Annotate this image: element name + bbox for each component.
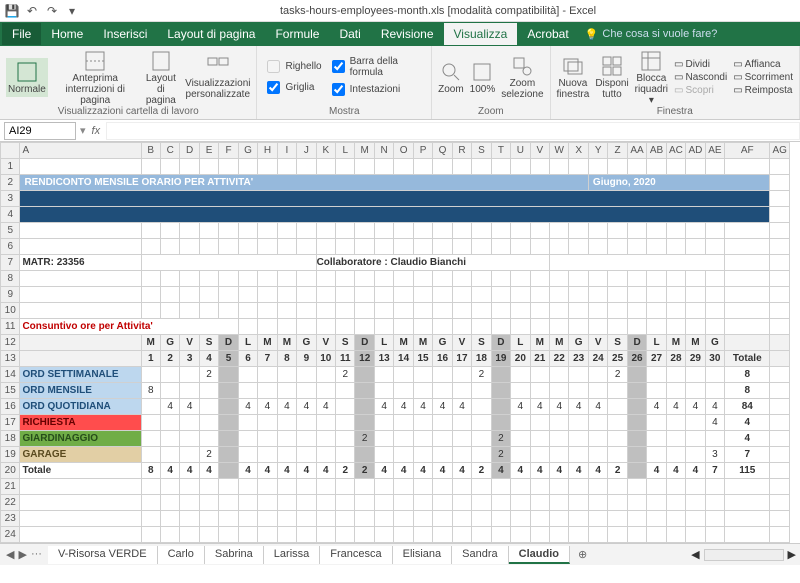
add-sheet-button[interactable]: ⊕ — [570, 548, 595, 561]
viz-button[interactable]: Visualizzazioni personalizzate — [185, 54, 250, 100]
group-views-label: Visualizzazioni cartella di lavoro — [6, 106, 250, 117]
lightbulb-icon: 💡 — [585, 28, 599, 41]
affianca-button: ▭ Affianca — [733, 59, 793, 70]
sheet-tab[interactable]: Francesca — [320, 546, 392, 564]
griglia-checkbox[interactable]: Griglia — [263, 78, 321, 97]
disponi-button[interactable]: Disponi tutto — [595, 54, 628, 100]
zoom-selezione-button[interactable]: Zoom selezione — [501, 54, 543, 100]
formula-bar[interactable] — [106, 122, 800, 140]
sheet-tab[interactable]: Larissa — [264, 546, 320, 564]
hscroll-right-icon[interactable]: ▶ — [784, 548, 800, 561]
tab-revisione[interactable]: Revisione — [371, 23, 444, 45]
tell-me[interactable]: 💡Che cosa si vuole fare? — [585, 28, 718, 41]
tab-inserisci[interactable]: Inserisci — [93, 23, 157, 45]
spreadsheet-grid[interactable]: ABCDEFGHIJKLMNOPQRSTUVWXYZAAABACADAEAFAG… — [0, 142, 790, 543]
tab-file[interactable]: File — [2, 23, 41, 45]
layout-button[interactable]: Layout di pagina — [143, 49, 179, 106]
sheet-nav-more[interactable]: ··· — [31, 548, 42, 561]
sheet-tab[interactable]: Carlo — [158, 546, 205, 564]
sheet-tab[interactable]: Elisiana — [393, 546, 453, 564]
sheet-tab[interactable]: Claudio — [509, 546, 570, 564]
window-title: tasks-hours-employees-month.xls [modalit… — [80, 5, 796, 17]
righello-checkbox[interactable]: Righello — [263, 57, 321, 76]
undo-icon[interactable]: ↶ — [24, 3, 40, 19]
nuova-finestra-button[interactable]: Nuova finestra — [557, 54, 590, 100]
anteprima-button[interactable]: Anteprima interruzioni di pagina — [54, 49, 137, 106]
intestazioni-checkbox[interactable]: Intestazioni — [328, 80, 425, 99]
scorrimento-button: ▭ Scorriment — [733, 72, 793, 83]
tab-dati[interactable]: Dati — [329, 23, 370, 45]
fx-icon[interactable]: fx — [86, 125, 107, 137]
name-box[interactable] — [4, 122, 76, 140]
blocca-button[interactable]: Blocca riquadri ▾ — [635, 49, 668, 106]
zoom-button[interactable]: Zoom — [438, 60, 464, 95]
sheet-nav-prev-icon[interactable]: ◀ — [6, 548, 14, 561]
group-mostra-label: Mostra — [263, 106, 425, 117]
dividi-button[interactable]: ▭ Dividi — [674, 59, 727, 70]
reimposta-button: ▭ Reimposta — [733, 85, 793, 96]
hscroll-left-icon[interactable]: ◀ — [687, 548, 703, 561]
sheet-tab[interactable]: Sandra — [452, 546, 508, 564]
tab-home[interactable]: Home — [41, 23, 93, 45]
tab-layout[interactable]: Layout di pagina — [157, 23, 265, 45]
scopri-button: ▭ Scopri — [674, 85, 727, 96]
normale-button[interactable]: Normale — [6, 58, 48, 97]
sheet-tab[interactable]: Sabrina — [205, 546, 264, 564]
zoom100-button[interactable]: 100% — [470, 60, 496, 95]
group-zoom-label: Zoom — [438, 106, 543, 117]
qat-dropdown-icon[interactable]: ▾ — [64, 3, 80, 19]
tab-acrobat[interactable]: Acrobat — [517, 23, 578, 45]
hscrollbar[interactable] — [704, 549, 784, 561]
barra-checkbox[interactable]: Barra della formula — [328, 56, 425, 78]
save-icon[interactable]: 💾 — [4, 3, 20, 19]
sheet-tab[interactable]: V-Risorsa VERDE — [48, 546, 158, 564]
group-finestra-label: Finestra — [557, 106, 793, 117]
nascondi-button[interactable]: ▭ Nascondi — [674, 72, 727, 83]
redo-icon[interactable]: ↷ — [44, 3, 60, 19]
tab-visualizza[interactable]: Visualizza — [444, 23, 518, 45]
sheet-nav-next-icon[interactable]: ▶ — [18, 548, 26, 561]
tab-formule[interactable]: Formule — [265, 23, 329, 45]
